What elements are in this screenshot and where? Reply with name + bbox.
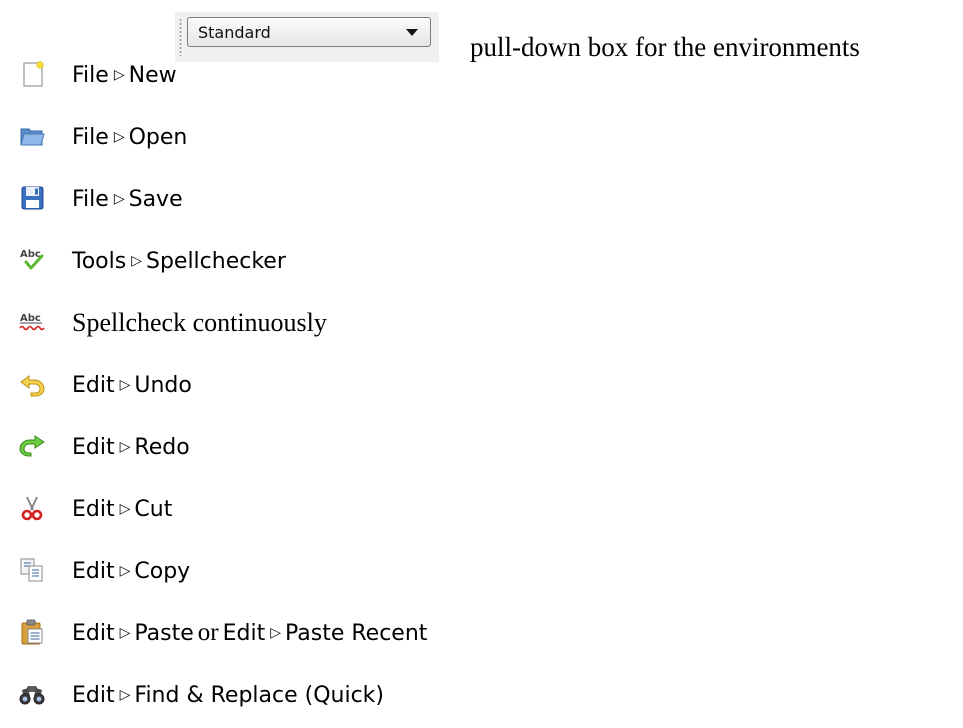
undo-icon [20, 375, 45, 397]
menu-name: Edit [222, 621, 266, 646]
svg-text:Abc: Abc [20, 313, 41, 324]
menu-item-name: Redo [134, 435, 190, 460]
binoculars-icon [19, 686, 45, 705]
menu-item-name: Spellchecker [145, 249, 286, 274]
menu-name: Edit [72, 435, 115, 460]
menu-name: File [72, 187, 109, 212]
menu-name: Edit [72, 621, 115, 646]
environment-combo-value: Standard [198, 23, 271, 42]
submenu-triangle-icon: ▷ [113, 67, 125, 83]
paste-icon [21, 619, 43, 645]
list-item: File ▷ Open [0, 120, 963, 156]
menu-name: Tools [72, 249, 127, 274]
menu-name: Edit [72, 683, 115, 708]
submenu-triangle-icon: ▷ [119, 501, 131, 517]
open-folder-icon [20, 128, 45, 146]
submenu-triangle-icon: ▷ [119, 377, 131, 393]
menu-item-name: Find & Replace (Quick) [134, 683, 384, 708]
submenu-triangle-icon: ▷ [119, 439, 131, 455]
list-item: Abc Tools ▷ Spellchecker [0, 244, 963, 280]
menu-item-name: New [128, 63, 177, 88]
new-document-icon [23, 61, 44, 87]
toolbar-grip-handle[interactable] [179, 18, 182, 56]
menu-name: Edit [72, 497, 115, 522]
menu-name: File [72, 125, 109, 150]
submenu-triangle-icon: ▷ [131, 253, 142, 269]
list-item: Abc Spellcheck continuously [0, 306, 963, 342]
menu-name: Edit [72, 373, 115, 398]
list-item: Edit ▷ Redo [0, 430, 963, 466]
menu-item-name: Spellcheck continuously [72, 308, 327, 337]
menu-name: File [72, 63, 109, 88]
menu-item-name: Copy [134, 559, 191, 584]
menu-item-name: Paste Recent [285, 621, 428, 646]
svg-text:Abc: Abc [20, 249, 41, 260]
submenu-triangle-icon: ▷ [270, 625, 281, 641]
chevron-down-icon[interactable] [406, 29, 418, 36]
spellcheck-icon: Abc [20, 249, 44, 270]
redo-icon [19, 435, 45, 457]
spellcheck-continuous-icon: Abc [19, 313, 45, 331]
list-item: Edit ▷ Copy [0, 554, 963, 590]
connector-word: or [197, 619, 219, 646]
menu-item-name: Paste [134, 621, 194, 646]
submenu-triangle-icon: ▷ [113, 191, 125, 207]
menu-name: Edit [72, 559, 115, 584]
menu-item-name: Open [128, 125, 188, 150]
list-item: Edit ▷ Cut [0, 492, 963, 528]
submenu-triangle-icon: ▷ [119, 687, 131, 703]
list-item: Edit ▷ Paste or Edit ▷ Paste Recent [0, 616, 963, 652]
menu-item-name: Undo [134, 373, 192, 398]
environment-combo-box[interactable]: Standard [187, 17, 431, 47]
list-item: File ▷ New [0, 58, 963, 94]
toolbar-environment-area: Standard [175, 12, 439, 62]
menu-item-name: Save [128, 187, 183, 212]
save-floppy-icon [21, 186, 44, 210]
list-item: File ▷ Save [0, 182, 963, 218]
list-item: Edit ▷ Undo [0, 368, 963, 404]
copy-icon [20, 558, 43, 582]
scissors-icon [21, 496, 43, 521]
submenu-triangle-icon: ▷ [119, 563, 131, 579]
submenu-triangle-icon: ▷ [113, 129, 125, 145]
list-item: Edit ▷ Find & Replace (Quick) [0, 678, 963, 714]
menu-item-name: Cut [134, 497, 173, 522]
submenu-triangle-icon: ▷ [119, 625, 131, 641]
